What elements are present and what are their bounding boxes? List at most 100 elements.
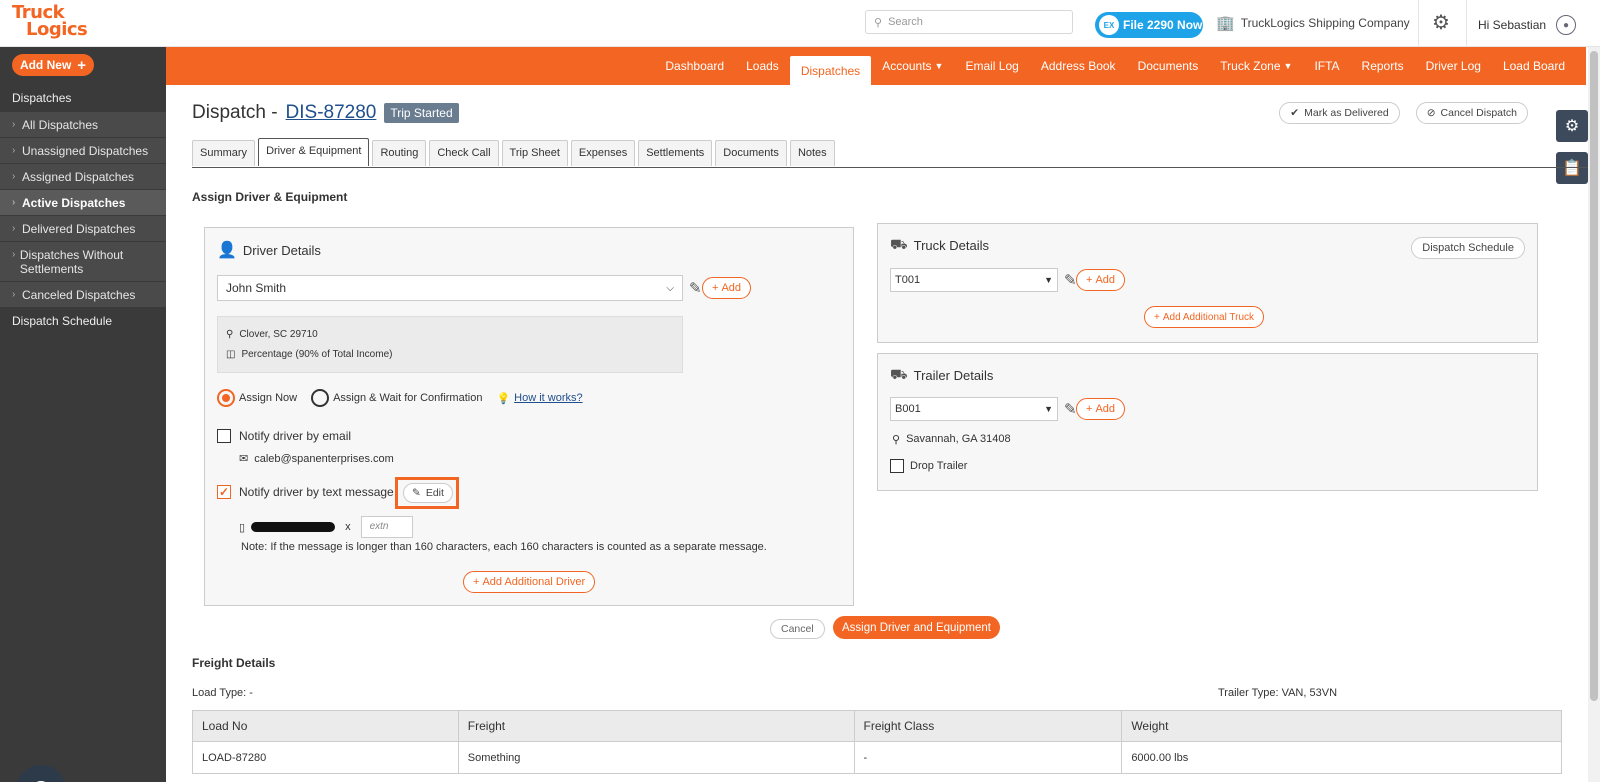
sidebar-item-unassigned-dispatches[interactable]: › Unassigned Dispatches [0, 138, 166, 164]
edit-trailer-icon[interactable]: ✎ [1064, 400, 1077, 418]
trailer-select[interactable]: B001 ▼ [890, 397, 1058, 421]
add-truck-button[interactable]: + Add [1076, 269, 1126, 291]
tab-driver-equipment[interactable]: Driver & Equipment [258, 138, 370, 166]
nav-label: Driver Log [1425, 59, 1481, 73]
trailer-type: Trailer Type: VAN, 53VN [1218, 687, 1338, 699]
add-trailer-button[interactable]: + Add [1076, 398, 1126, 420]
sidebar-item-dispatch-schedule[interactable]: Dispatch Schedule [12, 314, 112, 328]
scrollbar-thumb[interactable] [1590, 51, 1598, 701]
nav-email-log[interactable]: Email Log [954, 47, 1029, 85]
load-type: Load Type: - [192, 687, 253, 699]
search-input[interactable]: ⚲ Search [865, 10, 1073, 34]
company-name[interactable]: 🏢 TruckLogics Shipping Company [1216, 14, 1410, 32]
driver-email: caleb@spanenterprises.com [254, 452, 394, 465]
extn-input[interactable]: extn [360, 516, 413, 538]
sidebar-item-all-dispatches[interactable]: › All Dispatches [0, 112, 166, 138]
table-cell: 6000.00 lbs [1121, 741, 1562, 774]
sidebar-item-canceled-dispatches[interactable]: › Canceled Dispatches [0, 282, 166, 308]
drop-trailer-checkbox[interactable] [890, 459, 904, 473]
nav-accounts[interactable]: Accounts ▼ [871, 47, 954, 85]
user-menu[interactable]: Hi Sebastian ● [1478, 15, 1577, 35]
assign-driver-equipment-button[interactable]: Assign Driver and Equipment [833, 616, 1000, 639]
add-additional-driver-label: Add Additional Driver [482, 576, 586, 588]
ban-icon: ⊘ [1426, 107, 1436, 119]
file-2290-label: File 2290 Now [1123, 18, 1203, 32]
chevron-down-icon: ▼ [934, 61, 944, 71]
nav-reports[interactable]: Reports [1351, 47, 1415, 85]
tab-expenses[interactable]: Expenses [570, 140, 636, 166]
how-it-works-link[interactable]: How it works? [514, 392, 582, 404]
cancel-dispatch-button[interactable]: ⊘ Cancel Dispatch [1415, 102, 1528, 124]
cancel-button[interactable]: Cancel [770, 619, 825, 639]
nav-truck-zone[interactable]: Truck Zone ▼ [1209, 47, 1303, 85]
nav-driver-log[interactable]: Driver Log [1415, 47, 1492, 85]
edit-driver-icon[interactable]: ✎ [689, 279, 702, 297]
assign-now-radio[interactable] [217, 389, 235, 407]
file-2290-button[interactable]: EX File 2290 Now [1095, 12, 1203, 38]
edit-truck-icon[interactable]: ✎ [1064, 271, 1077, 289]
nav-dispatches[interactable]: Dispatches [789, 56, 872, 85]
tab-summary[interactable]: Summary [192, 140, 256, 166]
tab-check-call[interactable]: Check Call [429, 140, 499, 166]
title-prefix: Dispatch - [192, 102, 278, 123]
plus-icon: + [473, 576, 480, 588]
trailer-selected: B001 [895, 403, 921, 415]
envelope-icon: ✉ [239, 453, 249, 465]
company-label: TruckLogics Shipping Company [1240, 16, 1410, 30]
add-new-button[interactable]: Add New + [12, 54, 94, 76]
nav-dashboard[interactable]: Dashboard [654, 47, 735, 85]
nav-load-board[interactable]: Load Board [1492, 47, 1576, 85]
page-scrollbar[interactable] [1588, 47, 1600, 782]
page-title: Dispatch - DIS-87280 Trip Started [192, 102, 459, 124]
sidebar-heading[interactable]: Dispatches [12, 91, 71, 105]
mark-delivered-button[interactable]: ✔ Mark as Delivered [1279, 102, 1400, 124]
add-additional-driver-button[interactable]: + Add Additional Driver [463, 571, 596, 593]
notify-email-row: Notify driver by email [217, 429, 351, 443]
freight-table-header: Load No Freight Freight Class Weight [192, 710, 1562, 742]
sidebar-item-label: Unassigned Dispatches [22, 144, 149, 158]
chevron-right-icon: › [12, 289, 16, 300]
chat-widget-button[interactable] [16, 765, 66, 782]
assign-now-label: Assign Now [239, 392, 298, 404]
nav-loads[interactable]: Loads [735, 47, 790, 85]
assign-wait-radio[interactable] [311, 389, 330, 407]
notify-text-checkbox[interactable]: ✓ [217, 485, 231, 499]
nav-label: Dispatches [800, 63, 861, 78]
edit-phone-button[interactable]: ✎ Edit [403, 483, 453, 503]
tab-settlements[interactable]: Settlements [638, 140, 713, 166]
dispatch-schedule-button[interactable]: Dispatch Schedule [1411, 237, 1525, 259]
add-trailer-label: Add [1095, 403, 1116, 415]
dispatch-id-link[interactable]: DIS-87280 [286, 102, 377, 124]
trucklogics-logo[interactable]: Truck Logics [12, 4, 96, 44]
check-circle-icon: ✔ [1290, 107, 1300, 119]
truck-select[interactable]: T001 ▼ [890, 268, 1058, 292]
sidebar-item-label: Dispatches Without Settlements [19, 248, 124, 276]
sidebar-item-assigned-dispatches[interactable]: › Assigned Dispatches [0, 164, 166, 190]
plus-icon: + [712, 282, 719, 294]
chevron-right-icon: › [12, 145, 16, 156]
sidebar-item-dispatches-without-settlements[interactable]: › Dispatches Without Settlements [0, 242, 166, 282]
sidebar-item-delivered-dispatches[interactable]: › Delivered Dispatches [0, 216, 166, 242]
notify-email-checkbox[interactable] [217, 429, 231, 443]
tab-notes[interactable]: Notes [789, 140, 835, 166]
section-title: Assign Driver & Equipment [192, 190, 348, 204]
nav-documents[interactable]: Documents [1127, 47, 1210, 85]
drop-trailer-row: Drop Trailer [890, 459, 967, 473]
tab-trip-sheet[interactable]: Trip Sheet [501, 140, 568, 166]
tab-documents[interactable]: Documents [715, 140, 787, 166]
add-additional-truck-button[interactable]: + Add Additional Truck [1144, 306, 1265, 328]
nav-ifta[interactable]: IFTA [1303, 47, 1350, 85]
sidebar-item-active-dispatches[interactable]: › Active Dispatches [0, 190, 166, 216]
settings-gear-icon[interactable]: ⚙ [1430, 12, 1452, 34]
notify-text-label: Notify driver by text message [239, 485, 394, 499]
sidebar-item-label: Canceled Dispatches [22, 288, 136, 302]
nav-address-book[interactable]: Address Book [1030, 47, 1127, 85]
column-header: Load No [192, 710, 459, 742]
chevron-down-icon: ▼ [1044, 275, 1053, 285]
driver-select[interactable]: John Smith ⌵ [217, 275, 683, 301]
add-additional-truck-label: Add Additional Truck [1162, 311, 1255, 323]
search-placeholder: Search [888, 16, 923, 28]
add-driver-button[interactable]: + Add [702, 277, 752, 299]
tab-routing[interactable]: Routing [372, 140, 427, 166]
freight-details-heading: Freight Details [192, 656, 276, 670]
